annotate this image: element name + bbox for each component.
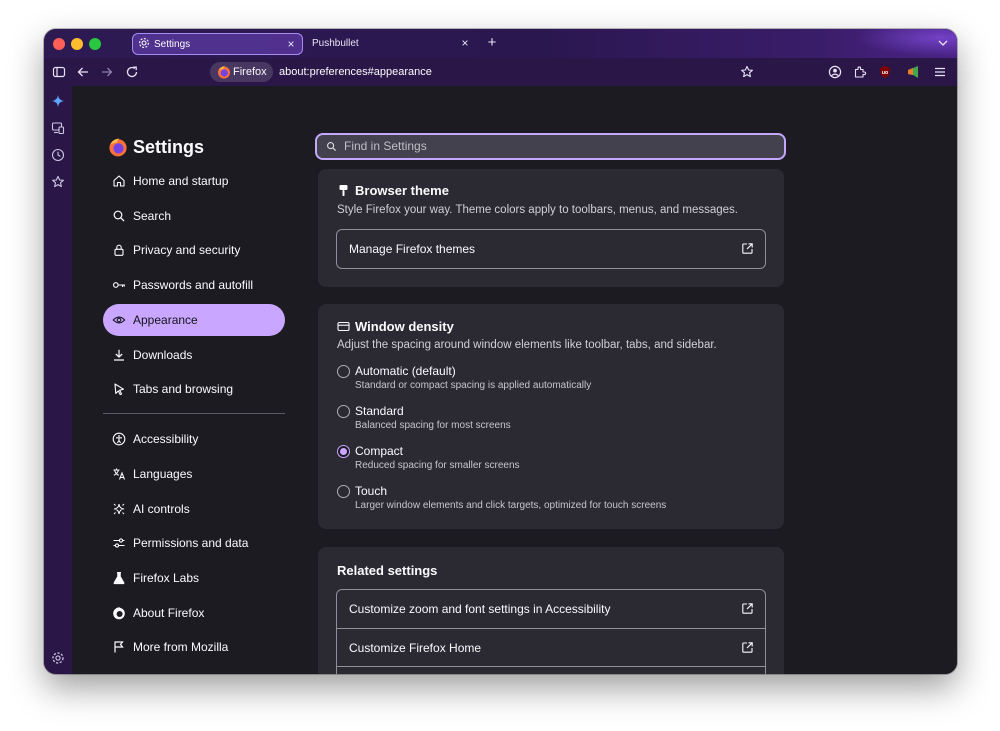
minimize-window-button[interactable] (71, 38, 83, 50)
density-option-automatic[interactable]: Automatic (default) Standard or compact … (337, 364, 757, 394)
related-settings-item[interactable]: Customize Firefox Home (337, 628, 765, 666)
firefox-icon (112, 606, 126, 620)
tab-label: Settings (154, 39, 191, 50)
external-link-icon (741, 602, 754, 615)
back-icon[interactable] (76, 65, 90, 79)
vertical-sidebar (44, 86, 72, 674)
search-placeholder: Find in Settings (344, 139, 427, 153)
related-settings-title: Related settings (337, 563, 438, 578)
settings-page: Settings Home and startup Search Privacy… (72, 86, 957, 674)
reload-icon[interactable] (125, 65, 139, 79)
zoom-window-button[interactable] (89, 38, 101, 50)
category-accessibility[interactable]: Accessibility (103, 423, 285, 455)
category-appearance[interactable]: Appearance (103, 304, 285, 336)
category-search[interactable]: Search (103, 200, 285, 232)
extension-megaphone-icon[interactable] (906, 65, 920, 79)
browser-window: Settings × Pushbullet × + Firefox about:… (44, 29, 957, 674)
radio-button[interactable] (337, 365, 350, 378)
lock-icon (112, 243, 126, 257)
paintbrush-icon (337, 184, 350, 197)
browser-theme-card: Browser theme Style Firefox your way. Th… (318, 169, 784, 287)
svg-text:uo: uo (882, 70, 888, 76)
window-icon (337, 320, 350, 333)
window-density-title: Window density (337, 319, 454, 335)
close-window-button[interactable] (53, 38, 65, 50)
extensions-icon[interactable] (853, 65, 867, 79)
browser-theme-description: Style Firefox your way. Theme colors app… (337, 204, 738, 216)
density-option-compact[interactable]: Compact Reduced spacing for smaller scre… (337, 444, 757, 474)
synced-tabs-icon[interactable] (51, 121, 65, 135)
external-link-icon (741, 242, 754, 255)
chevron-down-icon[interactable] (937, 37, 949, 49)
sliders-icon (112, 536, 126, 550)
translate-icon (112, 467, 126, 481)
close-tab-icon[interactable]: × (459, 37, 471, 49)
category-privacy[interactable]: Privacy and security (103, 234, 285, 266)
window-density-card: Window density Adjust the spacing around… (318, 304, 784, 529)
accessibility-icon (112, 432, 126, 446)
eye-icon (112, 313, 126, 327)
tab-strip: Settings × Pushbullet × + (44, 29, 957, 58)
category-downloads[interactable]: Downloads (103, 339, 285, 371)
search-icon (326, 141, 337, 152)
related-settings-list: Customize zoom and font settings in Acce… (336, 589, 766, 674)
bookmarks-icon[interactable] (51, 175, 65, 189)
window-density-description: Adjust the spacing around window element… (337, 339, 717, 351)
radio-button[interactable] (337, 485, 350, 498)
url-bar[interactable]: Firefox about:preferences#appearance (210, 62, 764, 82)
density-option-touch[interactable]: Touch Larger window elements and click t… (337, 484, 757, 514)
firefox-logo-icon (217, 65, 231, 79)
home-icon (112, 174, 126, 188)
cursor-icon (112, 382, 126, 396)
identity-label: Firefox (233, 66, 267, 78)
category-about-firefox[interactable]: About Firefox (103, 597, 285, 629)
search-input[interactable]: Find in Settings (315, 133, 786, 160)
sparkle-icon[interactable] (51, 94, 65, 108)
ublock-origin-icon[interactable]: uo (878, 65, 892, 79)
new-tab-button[interactable]: + (484, 33, 500, 53)
forward-icon[interactable] (100, 65, 114, 79)
mozilla-icon (112, 640, 126, 654)
manage-themes-button[interactable]: Manage Firefox themes (337, 230, 765, 268)
settings-icon[interactable] (51, 651, 65, 665)
related-settings-item[interactable]: Customize zoom and font settings in Acce… (337, 590, 765, 628)
identity-button[interactable]: Firefox (210, 62, 273, 82)
close-tab-icon[interactable]: × (285, 38, 297, 50)
category-more-from-mozilla[interactable]: More from Mozilla (103, 631, 285, 663)
manage-themes-box: Manage Firefox themes (336, 229, 766, 269)
density-option-standard[interactable]: Standard Balanced spacing for most scree… (337, 404, 757, 434)
category-languages[interactable]: Languages (103, 458, 285, 490)
sidebar-toggle-icon[interactable] (52, 65, 66, 79)
page-title: Settings (108, 135, 204, 159)
category-firefox-labs[interactable]: Firefox Labs (103, 562, 285, 594)
browser-theme-title: Browser theme (337, 183, 449, 199)
category-divider (103, 413, 285, 414)
category-passwords[interactable]: Passwords and autofill (103, 269, 285, 301)
related-settings-card: Related settings Customize zoom and font… (318, 547, 784, 674)
related-settings-item-partial[interactable] (337, 666, 765, 674)
url-text[interactable]: about:preferences#appearance (279, 62, 432, 82)
account-icon[interactable] (828, 65, 842, 79)
category-permissions[interactable]: Permissions and data (103, 527, 285, 559)
key-icon (112, 278, 126, 292)
category-home[interactable]: Home and startup (103, 165, 285, 197)
category-tabs-browsing[interactable]: Tabs and browsing (103, 373, 285, 405)
search-icon (112, 209, 126, 223)
firefox-logo-icon (108, 137, 128, 157)
external-link-icon (741, 641, 754, 654)
gear-icon (138, 37, 150, 49)
tab-label: Pushbullet (312, 38, 359, 49)
navigation-toolbar: Firefox about:preferences#appearance uo (44, 58, 957, 86)
ai-sparkle-icon (112, 502, 126, 516)
menu-icon[interactable] (933, 65, 947, 79)
bookmark-star-icon[interactable] (740, 65, 754, 79)
radio-button[interactable] (337, 405, 350, 418)
tab-settings[interactable]: Settings × (132, 33, 303, 55)
flask-icon (112, 571, 126, 585)
download-icon (112, 348, 126, 362)
tab-pushbullet[interactable]: Pushbullet × (307, 33, 477, 55)
category-ai-controls[interactable]: AI controls (103, 493, 285, 525)
history-icon[interactable] (51, 148, 65, 162)
radio-button-checked[interactable] (337, 445, 350, 458)
